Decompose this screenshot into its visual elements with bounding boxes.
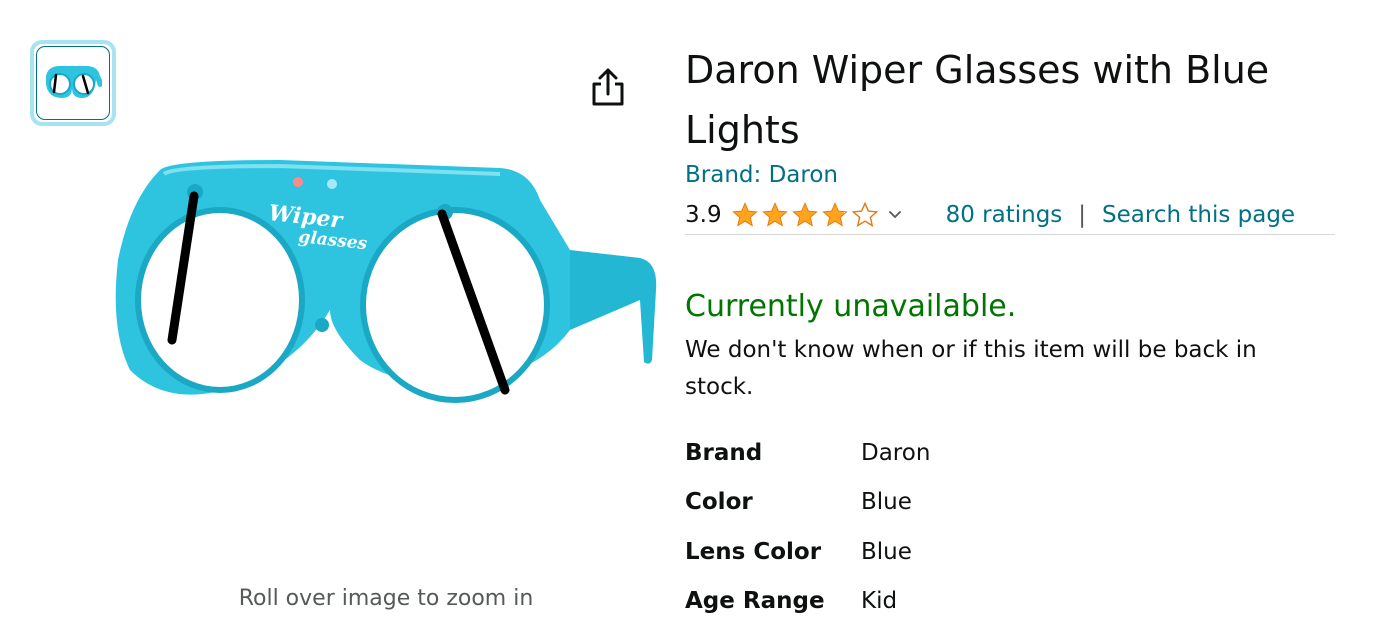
product-title: Daron Wiper Glasses with Blue Lights (685, 40, 1345, 160)
spec-row: Brand Daron (685, 428, 930, 478)
search-this-page-link[interactable]: Search this page (1102, 202, 1295, 228)
thumbnail-frame (36, 46, 110, 120)
rating-value: 3.9 (685, 202, 722, 228)
spec-label: Color (685, 489, 861, 515)
share-icon (588, 66, 628, 110)
spec-label: Age Range (685, 588, 861, 614)
spec-label: Brand (685, 440, 861, 466)
star-icon (760, 201, 790, 229)
spec-row: Age Range Kid (685, 577, 930, 626)
spec-value: Blue (861, 539, 912, 565)
wiper-glasses-photo-icon: Wiper glasses (100, 140, 670, 480)
spec-value: Kid (861, 588, 897, 614)
availability-status: Currently unavailable. (685, 289, 1016, 324)
image-thumbnail[interactable] (30, 40, 116, 126)
spec-row: Lens Color Blue (685, 527, 930, 577)
chevron-down-icon[interactable] (888, 210, 902, 220)
spec-value: Daron (861, 440, 930, 466)
star-icon (820, 201, 850, 229)
brand-link[interactable]: Brand: Daron (685, 162, 838, 188)
spec-value: Blue (861, 489, 912, 515)
spec-row: Color Blue (685, 478, 930, 528)
main-product-image[interactable]: Wiper glasses (100, 140, 670, 480)
share-button[interactable] (588, 66, 628, 110)
star-icon (730, 201, 760, 229)
star-rating[interactable] (730, 201, 880, 229)
rating-separator: | (1078, 202, 1086, 228)
star-icon (790, 201, 820, 229)
availability-message: We don't know when or if this item will … (685, 332, 1305, 406)
spec-label: Lens Color (685, 539, 861, 565)
zoom-hint: Roll over image to zoom in (200, 586, 572, 611)
rating-row: 3.9 80 ratings | Search this page (685, 196, 1335, 235)
star-empty-icon (850, 201, 880, 229)
ratings-count-link[interactable]: 80 ratings (946, 202, 1063, 228)
wiper-glasses-thumbnail-icon (40, 58, 106, 108)
product-specs-table: Brand Daron Color Blue Lens Color Blue A… (685, 428, 930, 626)
